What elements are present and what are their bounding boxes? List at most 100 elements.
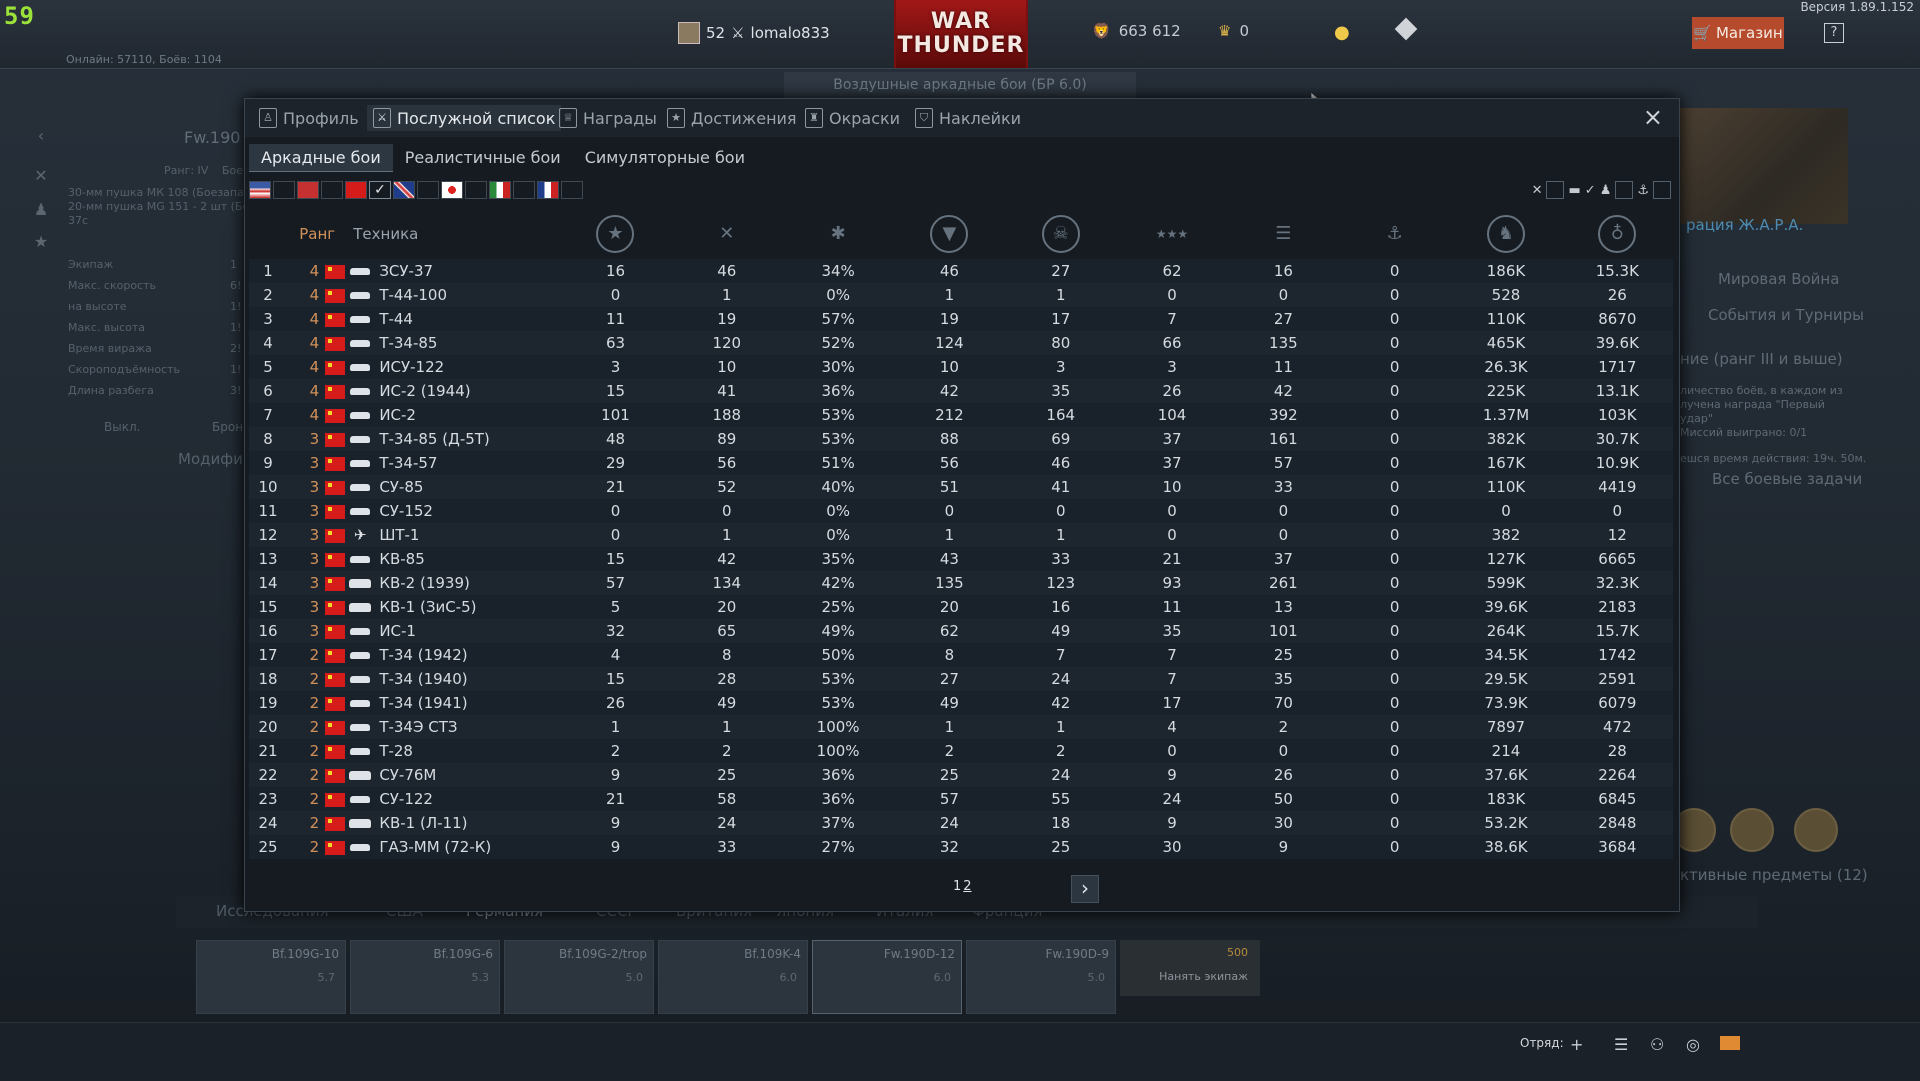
off-button[interactable]: Выкл. bbox=[104, 420, 140, 434]
col-rank[interactable]: Ранг bbox=[287, 209, 347, 259]
table-row[interactable]: 10 3 СУ-85 21 52 40% 51 41 10 33 0 110K 4419 bbox=[249, 475, 1673, 499]
vehicle-card[interactable]: Bf.109G-2/trop5.025 bbox=[504, 940, 654, 1033]
crew-checkbox[interactable] bbox=[1615, 181, 1634, 199]
table-row[interactable]: 22 2 СУ-76М 9 25 36% 25 24 9 26 0 37.6K 2264 bbox=[249, 763, 1673, 787]
tab-realistic[interactable]: Реалистичные бои bbox=[393, 144, 573, 172]
table-row[interactable]: 15 3 КВ-1 (ЗиС-5) 5 20 25% 20 16 11 13 0 39.6K 2183 bbox=[249, 595, 1673, 619]
table-row[interactable]: 16 3 ИС-1 32 65 49% 62 49 35 101 0 264K 15.7K bbox=[249, 619, 1673, 643]
crew-filter-icon[interactable]: ♟ bbox=[1600, 183, 1612, 198]
vehicle-card[interactable]: Bf.109G-105.719 bbox=[196, 940, 346, 1033]
col-deaths[interactable]: ☠ bbox=[1005, 209, 1116, 259]
aircraft-checkbox[interactable] bbox=[1546, 181, 1565, 199]
operation-image[interactable] bbox=[1680, 108, 1848, 224]
table-row[interactable]: 19 2 Т-34 (1941) 26 49 53% 49 42 17 70 0 73.9K 6079 bbox=[249, 691, 1673, 715]
table-row[interactable]: 6 4 ИС-2 (1944) 15 41 36% 42 35 26 42 0 225K 13.1K bbox=[249, 379, 1673, 403]
tab-simulator[interactable]: Симуляторные бои bbox=[573, 144, 757, 172]
page-1[interactable]: 1 bbox=[953, 879, 961, 894]
france-flag-icon[interactable] bbox=[537, 181, 559, 199]
col-respawns[interactable]: ▼ bbox=[894, 209, 1005, 259]
events-link[interactable]: События и Турниры bbox=[1708, 306, 1920, 324]
armor-button[interactable]: Брон bbox=[212, 420, 243, 434]
all-tasks-link[interactable]: Все боевые задачи bbox=[1712, 470, 1920, 488]
britain-flag-icon[interactable] bbox=[393, 181, 415, 199]
shop-button[interactable]: 🛒 Магазин bbox=[1692, 17, 1784, 49]
table-row[interactable]: 14 3 КВ-2 (1939) 57 134 42% 135 123 93 261 0 599K 32… bbox=[249, 571, 1673, 595]
table-row[interactable]: 12 3 ✈ ШТ-1 0 1 0% 1 1 0 0 0 382 12 bbox=[249, 523, 1673, 547]
contacts-icon[interactable]: ⚇ bbox=[1650, 1035, 1664, 1054]
japan-checkbox[interactable] bbox=[465, 181, 487, 199]
france-checkbox[interactable] bbox=[561, 181, 583, 199]
col-vehicle[interactable]: Техника bbox=[347, 209, 560, 259]
table-row[interactable]: 21 2 Т-28 2 2 100% 2 2 0 0 0 214 28 bbox=[249, 739, 1673, 763]
tab-arcade[interactable]: Аркадные бои bbox=[249, 144, 393, 172]
col-victories[interactable]: ★ bbox=[560, 209, 671, 259]
col-win-ratio[interactable]: ✱ bbox=[782, 209, 893, 259]
table-row[interactable]: 17 2 Т-34 (1942) 4 8 50% 8 7 7 25 0 34.5K 1742 bbox=[249, 643, 1673, 667]
hire-crew-card[interactable]: 500 Нанять экипаж bbox=[1120, 940, 1260, 996]
game-mode-selector[interactable]: Воздушные аркадные бои (БР 6.0) bbox=[784, 72, 1136, 98]
page-2[interactable]: 2 bbox=[963, 879, 971, 894]
tab-awards[interactable]: ♕ Награды bbox=[559, 105, 657, 131]
aircraft-filter-icon[interactable]: ✕ bbox=[1532, 183, 1543, 198]
table-row[interactable]: 1 4 ЗСУ-37 16 46 34% 46 27 62 16 0 186K 15.3K bbox=[249, 259, 1673, 283]
tab-decals[interactable]: ⛉ Наклейки bbox=[915, 105, 1021, 131]
table-row[interactable]: 25 2 ГАЗ-ММ (72-К) 9 33 27% 32 25 30 9 0 38.6K 3684 bbox=[249, 835, 1673, 859]
battle-task-title[interactable]: ние (ранг III и выше) bbox=[1680, 350, 1920, 368]
col-air-kills[interactable]: ★★★ bbox=[1116, 209, 1227, 259]
vehicle-card[interactable]: Fw.190D-126.011 bbox=[812, 940, 962, 1033]
plus-icon[interactable]: + bbox=[1570, 1035, 1583, 1054]
col-silver-earned[interactable]: ♞ bbox=[1450, 209, 1561, 259]
active-items-link[interactable]: ктивные предметы (12) bbox=[1680, 866, 1920, 884]
table-row[interactable]: 2 4 Т-44-100 0 1 0% 1 1 0 0 0 528 26 bbox=[249, 283, 1673, 307]
table-row[interactable]: 5 4 ИСУ-122 3 10 30% 10 3 3 11 0 26.3K 1717 bbox=[249, 355, 1673, 379]
table-row[interactable]: 8 3 Т-34-85 (Д-5Т) 48 89 53% 88 69 37 161 0 382K 30.… bbox=[249, 427, 1673, 451]
col-research-points[interactable]: ♁ bbox=[1562, 209, 1673, 259]
star-icon[interactable]: ★ bbox=[30, 232, 52, 254]
tab-camouflage[interactable]: ♜ Окраски bbox=[805, 105, 900, 131]
silver-lions[interactable]: 🦁 663 612 bbox=[1092, 22, 1181, 40]
ussr-flag-icon[interactable] bbox=[345, 181, 367, 199]
help-button[interactable]: ? bbox=[1824, 23, 1844, 43]
list-icon[interactable]: ☰ bbox=[1614, 1035, 1628, 1054]
italy-checkbox[interactable] bbox=[513, 181, 535, 199]
avatar[interactable] bbox=[678, 22, 700, 44]
premium-icon[interactable] bbox=[1394, 17, 1418, 41]
medal-icon[interactable] bbox=[1794, 808, 1838, 852]
germany-checkbox[interactable] bbox=[321, 181, 343, 199]
mail-icon[interactable] bbox=[1720, 1036, 1740, 1050]
italy-flag-icon[interactable] bbox=[489, 181, 511, 199]
back-arrow-icon[interactable]: ‹ bbox=[30, 126, 52, 148]
japan-flag-icon[interactable] bbox=[441, 181, 463, 199]
ussr-checkbox[interactable]: ✓ bbox=[369, 181, 391, 199]
vehicle-card[interactable]: Bf.109K-46.013 bbox=[658, 940, 808, 1033]
chat-icon[interactable]: ◎ bbox=[1686, 1035, 1700, 1054]
usa-checkbox[interactable] bbox=[273, 181, 295, 199]
tank-checkbox-checked-icon[interactable]: ✓ bbox=[1585, 183, 1596, 198]
bulb-icon[interactable]: ● bbox=[1334, 22, 1350, 43]
modify-button[interactable]: Модифи bbox=[178, 450, 243, 468]
world-war-link[interactable]: Мировая Война bbox=[1718, 270, 1920, 288]
tab-service-record[interactable]: ⚔ Послужной список bbox=[367, 105, 562, 131]
col-naval-kills[interactable]: ⚓ bbox=[1339, 209, 1450, 259]
medal-icon[interactable] bbox=[1730, 808, 1774, 852]
crew-icon[interactable]: ♟ bbox=[30, 200, 52, 222]
table-row[interactable]: 3 4 Т-44 11 19 57% 19 17 7 27 0 110K 8670 bbox=[249, 307, 1673, 331]
table-row[interactable]: 24 2 КВ-1 (Л-11) 9 24 37% 24 18 9 30 0 53.2K 2848 bbox=[249, 811, 1673, 835]
table-row[interactable]: 7 4 ИС-2 101 188 53% 212 164 104 392 0 1.37M 103K bbox=[249, 403, 1673, 427]
table-row[interactable]: 13 3 КВ-85 15 42 35% 43 33 21 37 0 127K 6665 bbox=[249, 547, 1673, 571]
operation-title[interactable]: рация Ж.А.Р.А. bbox=[1686, 216, 1920, 234]
crossed-swords-icon[interactable]: ✕ bbox=[30, 166, 52, 188]
player-info[interactable]: 52 ⚔ lomalo833 bbox=[678, 22, 830, 44]
close-icon[interactable]: × bbox=[1643, 105, 1663, 129]
table-row[interactable]: 4 4 Т-34-85 63 120 52% 124 80 66 135 0 465K 39.6K bbox=[249, 331, 1673, 355]
col-ground-kills[interactable]: ☰ bbox=[1228, 209, 1339, 259]
table-row[interactable]: 20 2 Т-34Э СТЗ 1 1 100% 1 1 4 2 0 7897 472 bbox=[249, 715, 1673, 739]
tank-filter-icon[interactable]: ▬ bbox=[1568, 183, 1580, 198]
table-row[interactable]: 23 2 СУ-122 21 58 36% 57 55 24 50 0 183K 6845 bbox=[249, 787, 1673, 811]
ship-filter-icon[interactable]: ⚓ bbox=[1637, 183, 1649, 198]
vehicle-card[interactable]: Bf.109G-65.319 bbox=[350, 940, 500, 1033]
table-row[interactable]: 9 3 Т-34-57 29 56 51% 56 46 37 57 0 167K 10.9K bbox=[249, 451, 1673, 475]
ship-checkbox[interactable] bbox=[1653, 181, 1671, 199]
usa-flag-icon[interactable] bbox=[249, 181, 271, 199]
next-page-button[interactable]: › bbox=[1071, 875, 1099, 903]
